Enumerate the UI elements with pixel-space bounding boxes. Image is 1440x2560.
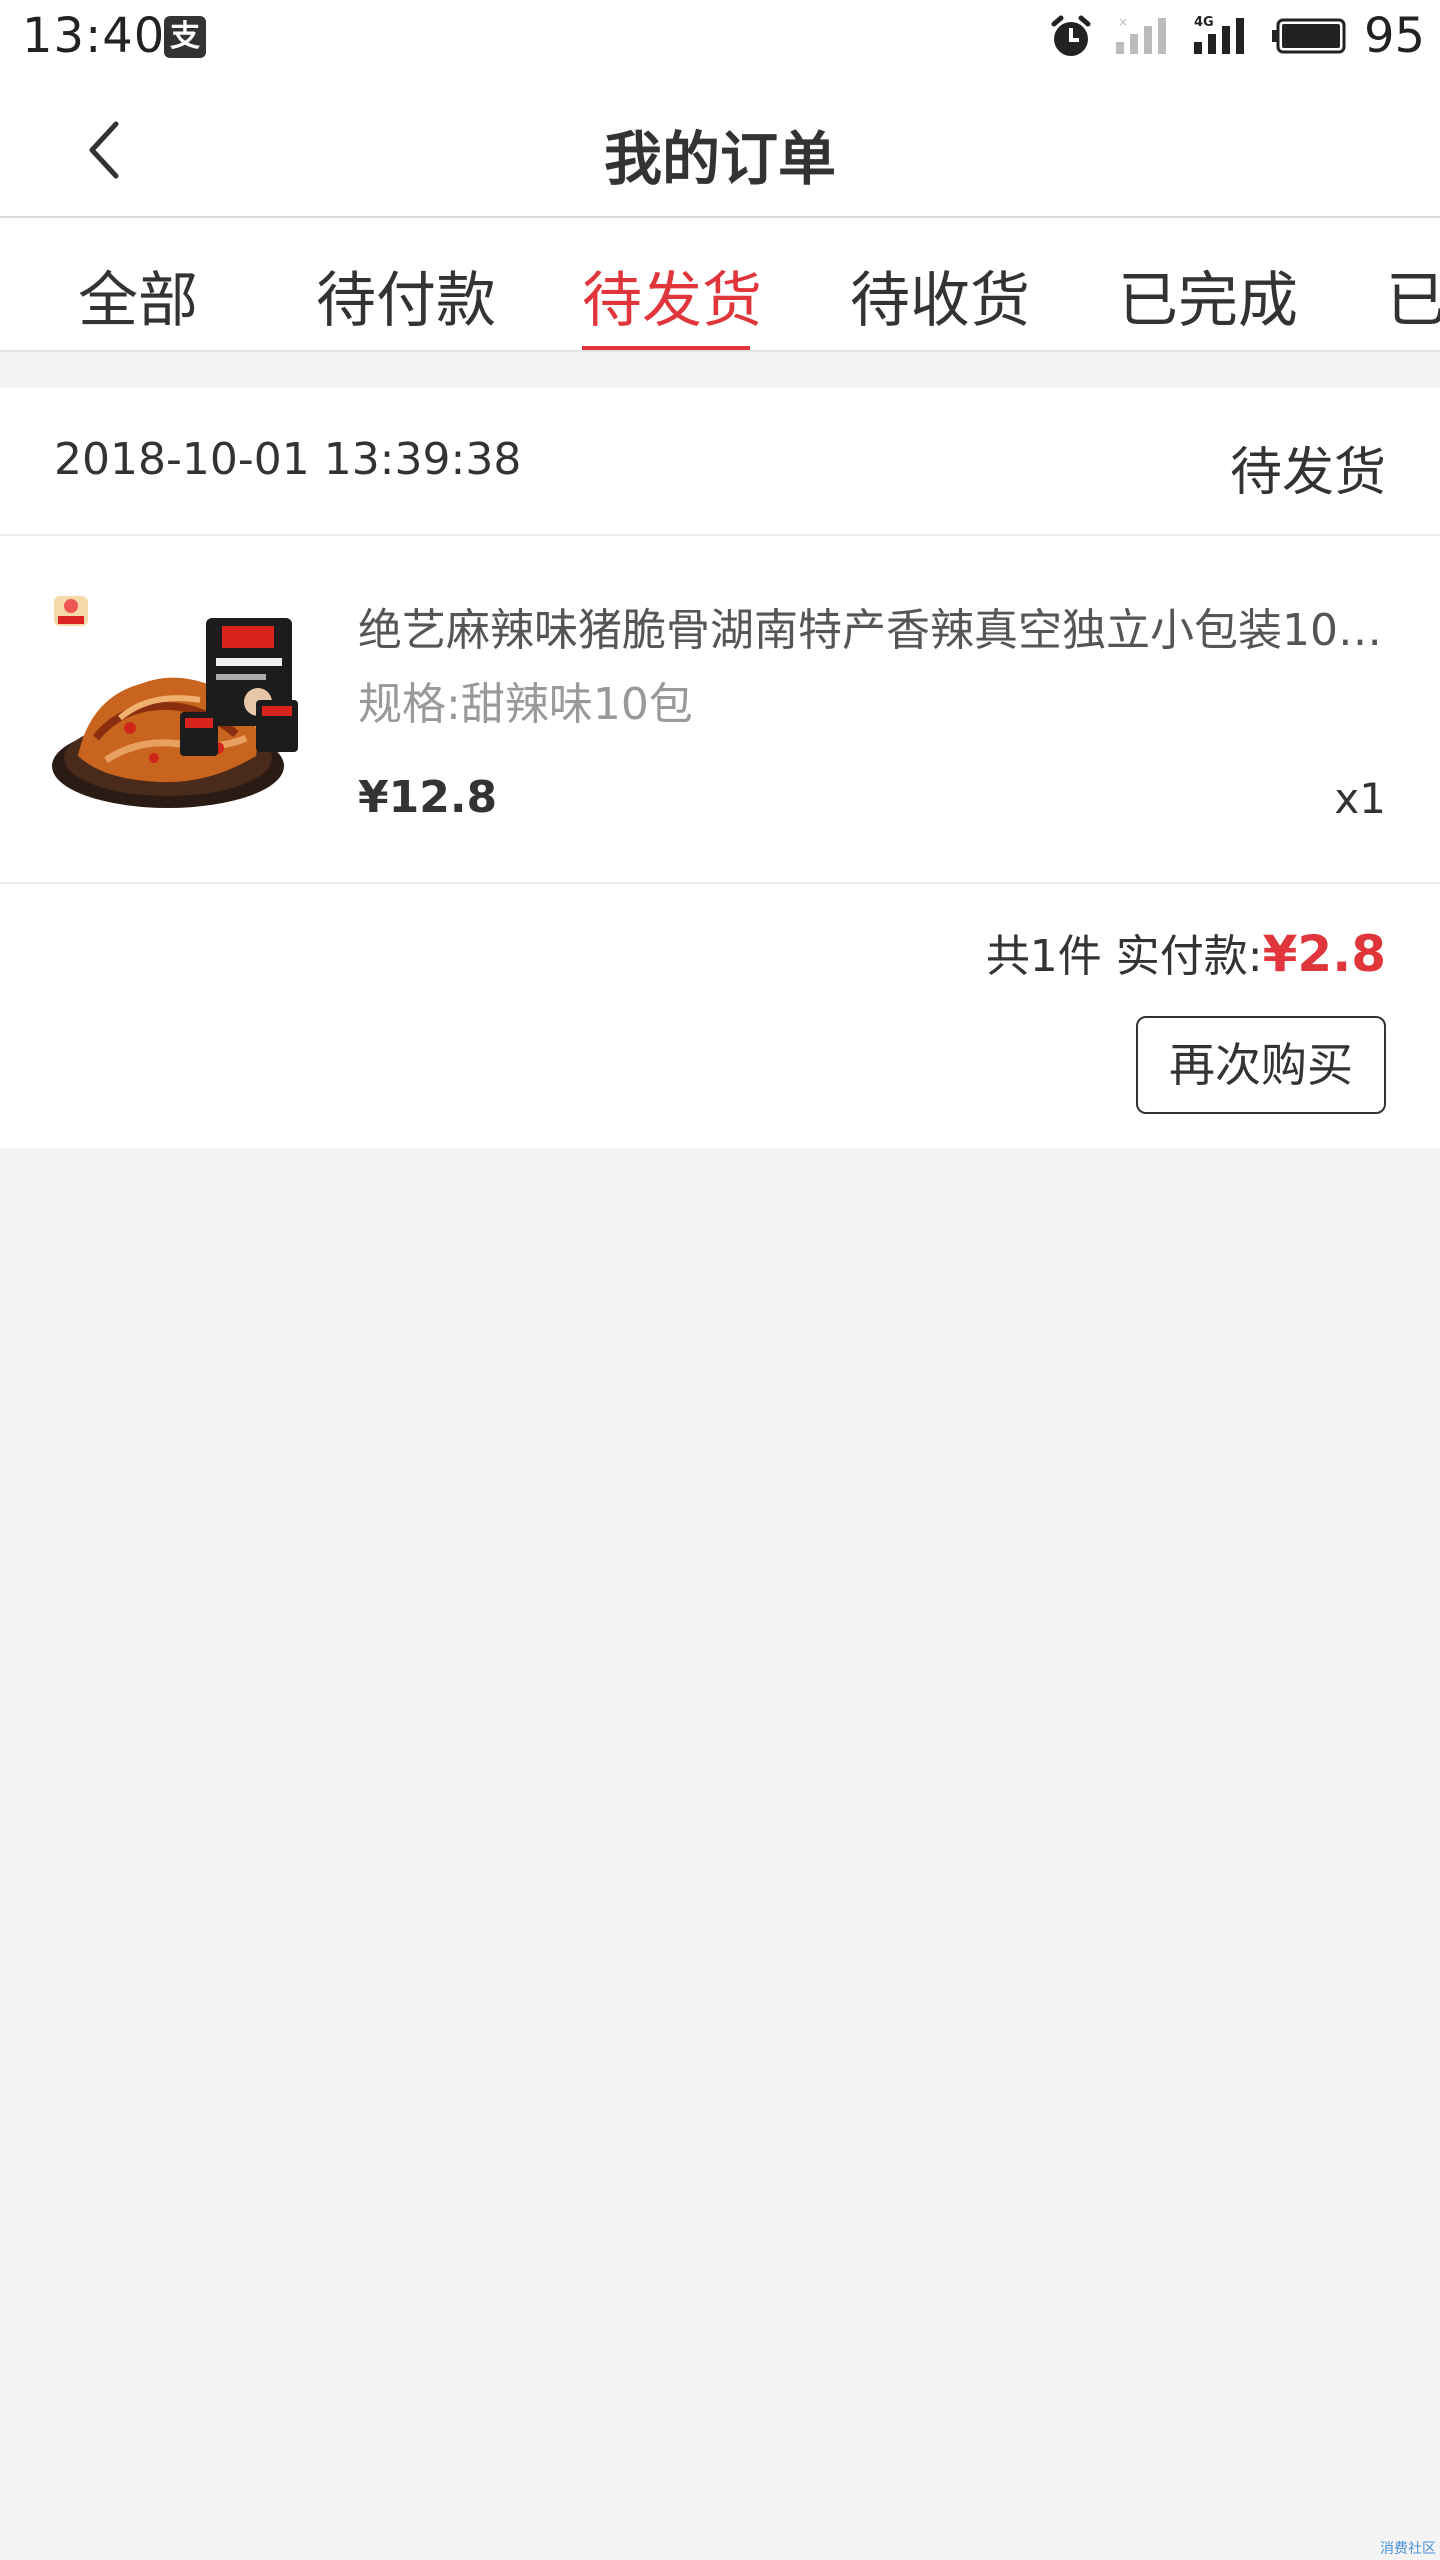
tab-all[interactable]: 全部: [78, 252, 198, 339]
product-name: 绝艺麻辣味猪脆骨湖南特产香辣真空独立小包装10-2...: [358, 605, 1388, 656]
tab-pending-receipt[interactable]: 待收货: [850, 252, 1030, 339]
tab-pending-payment[interactable]: 待付款: [316, 252, 496, 339]
product-price: ¥12.8: [358, 772, 498, 823]
battery-level: 95: [1364, 8, 1426, 64]
order-summary: 共1件 实付款:¥2.8: [986, 920, 1386, 984]
product-item[interactable]: 绝艺麻辣味猪脆骨湖南特产香辣真空独立小包装10-2... 规格:甜辣味10包 ¥…: [0, 538, 1440, 884]
page-title: 我的订单: [603, 125, 836, 193]
signal-4g-icon: 4G: [1194, 15, 1244, 54]
tab-partial[interactable]: 已: [1386, 252, 1440, 339]
order-status: 待发货: [1229, 443, 1386, 503]
order-header: 2018-10-01 13:39:38 待发货: [0, 388, 1440, 536]
alarm-icon: [1051, 15, 1091, 56]
svg-text:×: ×: [1118, 15, 1128, 29]
order-tabs: 全部 待付款 待发货 待收货 已完成 已: [0, 218, 1440, 352]
alipay-icon: 支: [164, 16, 206, 58]
watermark: 消费社区: [1380, 2541, 1436, 2557]
product-spec: 规格:甜辣味10包: [358, 679, 693, 730]
battery-icon: [1272, 18, 1346, 54]
status-time: 13:40: [22, 8, 166, 64]
tab-pending-shipment[interactable]: 待发货: [582, 252, 762, 339]
tab-completed[interactable]: 已完成: [1118, 252, 1298, 339]
product-image: [52, 596, 298, 808]
status-bar: 13:40 支 × 4G 95: [0, 0, 1440, 74]
order-datetime: 2018-10-01 13:39:38: [54, 434, 522, 485]
paid-amount: ¥2.8: [1262, 925, 1386, 983]
signal-weak-icon: ×: [1116, 15, 1166, 54]
summary-label: 共1件 实付款:: [985, 931, 1263, 982]
nav-header: 我的订单: [0, 74, 1440, 218]
active-tab-indicator: [582, 346, 750, 350]
product-quantity: x1: [1334, 774, 1386, 823]
order-card: 2018-10-01 13:39:38 待发货 绝艺麻辣味猪脆骨湖南特产香辣真空…: [0, 388, 1440, 1148]
rebuy-button[interactable]: 再次购买: [1136, 1016, 1386, 1114]
svg-text:4G: 4G: [1194, 15, 1214, 30]
